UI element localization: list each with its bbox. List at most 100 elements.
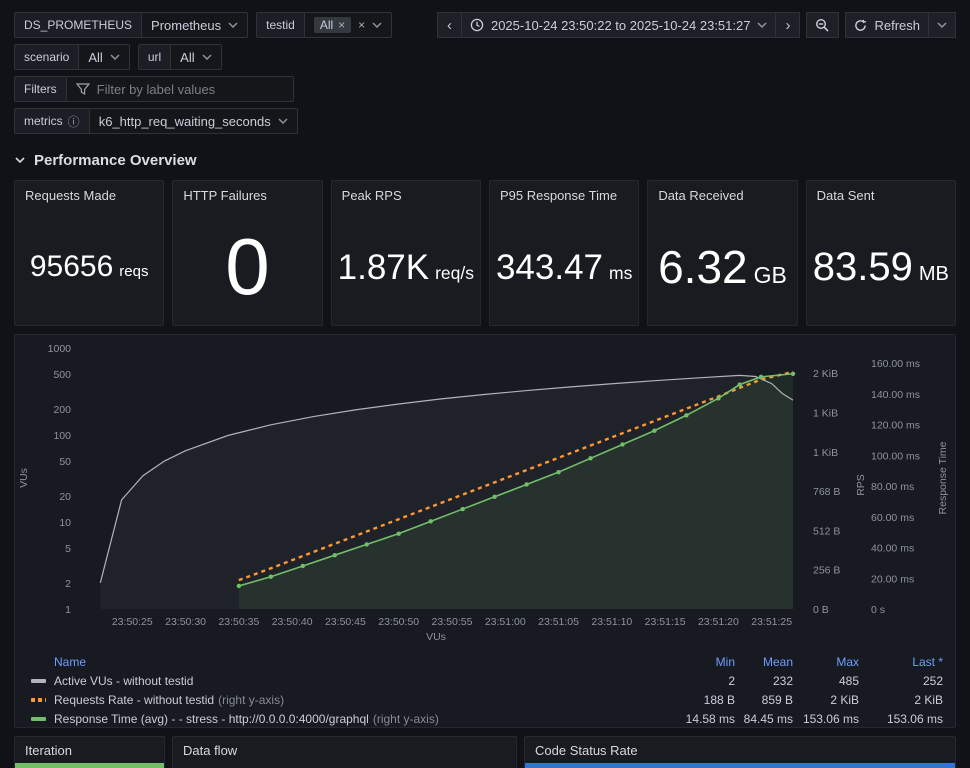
svg-text:100.00 ms: 100.00 ms bbox=[871, 450, 920, 462]
svg-text:VUs: VUs bbox=[18, 468, 30, 488]
stat-unit: reqs bbox=[119, 263, 149, 280]
svg-text:120.00 ms: 120.00 ms bbox=[871, 420, 920, 432]
svg-text:160.00 ms: 160.00 ms bbox=[871, 358, 920, 370]
svg-text:20.00 ms: 20.00 ms bbox=[871, 573, 914, 585]
svg-text:2: 2 bbox=[65, 578, 71, 590]
var-datasource-select[interactable]: Prometheus bbox=[141, 12, 249, 38]
var-metrics-select[interactable]: k6_http_req_waiting_seconds bbox=[88, 108, 298, 134]
svg-text:23:50:30: 23:50:30 bbox=[165, 616, 206, 628]
time-back-button[interactable]: ‹ bbox=[436, 12, 462, 38]
var-testid-select[interactable]: All × × bbox=[303, 12, 393, 38]
series-name[interactable]: Response Time (avg) - - stress - http://… bbox=[54, 712, 439, 726]
svg-text:23:50:40: 23:50:40 bbox=[272, 616, 313, 628]
time-forward-button[interactable]: › bbox=[776, 12, 801, 38]
svg-text:50: 50 bbox=[59, 456, 71, 468]
stat-data-received: Data Received 6.32 GB bbox=[647, 180, 798, 326]
series-name[interactable]: Active VUs - without testid bbox=[54, 674, 193, 688]
chevron-down-icon bbox=[757, 22, 767, 28]
svg-text:1: 1 bbox=[65, 604, 71, 616]
time-range-text: 2025-10-24 23:50:22 to 2025-10-24 23:51:… bbox=[490, 17, 751, 33]
info-icon[interactable]: ⓘ bbox=[68, 113, 80, 130]
testid-chip[interactable]: All × bbox=[313, 17, 352, 33]
var-url-select[interactable]: All bbox=[170, 44, 222, 70]
svg-text:5: 5 bbox=[65, 543, 71, 555]
zoom-out-button[interactable] bbox=[806, 12, 840, 38]
series-max: 2 KiB bbox=[830, 692, 859, 707]
panel-code-status-rate: Code Status Rate bbox=[524, 736, 956, 768]
legend-header-max[interactable]: Max bbox=[793, 655, 859, 669]
var-scenario-select[interactable]: All bbox=[78, 44, 130, 70]
section-performance-overview[interactable]: Performance Overview bbox=[14, 148, 956, 172]
svg-text:23:50:45: 23:50:45 bbox=[325, 616, 366, 628]
stat-requests-made: Requests Made 95656 reqs bbox=[14, 180, 165, 326]
stat-peak-rps: Peak RPS 1.87K req/s bbox=[330, 180, 481, 326]
bottom-panels-row: Iteration Data flow Code Status Rate bbox=[14, 736, 956, 768]
chevron-down-icon bbox=[15, 157, 25, 164]
filters-label: Filters bbox=[14, 76, 66, 102]
chevron-down-icon bbox=[278, 118, 288, 124]
panel-title: Requests Made bbox=[25, 187, 117, 203]
svg-text:23:50:25: 23:50:25 bbox=[112, 616, 153, 628]
var-datasource: DS_PROMETHEUS Prometheus bbox=[14, 12, 249, 38]
funnel-icon bbox=[75, 82, 90, 95]
clear-selection-icon[interactable]: × bbox=[358, 19, 365, 31]
clock-icon bbox=[470, 18, 484, 32]
stat-unit: MB bbox=[918, 263, 949, 285]
series-min: 188 B bbox=[703, 692, 735, 707]
series-last: 153.06 ms bbox=[886, 711, 943, 726]
stat-value: 95656 bbox=[29, 250, 114, 283]
stat-value-area: 343.47 ms bbox=[490, 209, 638, 325]
stat-value: 83.59 bbox=[812, 245, 913, 289]
refresh-group: Refresh bbox=[845, 12, 956, 38]
chevron-down-icon[interactable] bbox=[372, 22, 382, 28]
svg-text:500: 500 bbox=[53, 369, 71, 381]
timeseries-chart[interactable]: 1000 500 200 100 50 20 10 5 2 1 2 KiB 1 KiB 1 KiB 768… bbox=[15, 335, 955, 645]
svg-text:VUs: VUs bbox=[426, 631, 446, 643]
stat-p95-response-time: P95 Response Time 343.47 ms bbox=[488, 180, 640, 326]
legend-header-name[interactable]: Name bbox=[31, 655, 671, 669]
chevron-down-icon bbox=[110, 54, 120, 60]
var-url: url All bbox=[137, 44, 222, 70]
stat-value: 6.32 bbox=[658, 241, 748, 293]
stat-value-area: 83.59 MB bbox=[807, 209, 955, 325]
stat-panels-row: Requests Made 95656 reqs HTTP Failures 0 … bbox=[14, 180, 956, 326]
panel-data-flow: Data flow bbox=[172, 736, 517, 768]
var-url-label: url bbox=[137, 44, 171, 70]
svg-text:60.00 ms: 60.00 ms bbox=[871, 512, 914, 524]
refresh-interval-button[interactable] bbox=[929, 12, 956, 38]
toolbar-row-4: metrics ⓘ k6_http_req_waiting_seconds bbox=[14, 108, 956, 134]
refresh-button[interactable]: Refresh bbox=[845, 12, 929, 38]
chevron-down-icon bbox=[228, 22, 238, 28]
testid-chip-label: All bbox=[319, 18, 334, 32]
svg-text:10: 10 bbox=[59, 517, 71, 529]
series-max: 485 bbox=[838, 673, 859, 688]
series-mean: 232 bbox=[772, 673, 793, 688]
iteration-stat-area bbox=[15, 763, 164, 768]
stat-http-failures: HTTP Failures 0 bbox=[172, 180, 323, 326]
svg-text:768 B: 768 B bbox=[813, 486, 840, 498]
svg-text:0 B: 0 B bbox=[813, 604, 829, 616]
chip-remove-icon[interactable]: × bbox=[338, 19, 345, 31]
stat-value-area: 0 bbox=[173, 209, 321, 325]
series-name[interactable]: Requests Rate - without testid (right y-a… bbox=[54, 693, 284, 707]
refresh-icon bbox=[855, 19, 867, 31]
svg-text:1000: 1000 bbox=[48, 343, 72, 355]
legend-header-min[interactable]: Min bbox=[671, 655, 735, 669]
svg-text:1 KiB: 1 KiB bbox=[813, 408, 838, 420]
legend-header-last[interactable]: Last * bbox=[859, 655, 943, 669]
legend-header-mean[interactable]: Mean bbox=[735, 655, 793, 669]
svg-text:23:51:10: 23:51:10 bbox=[591, 616, 632, 628]
svg-text:1 KiB: 1 KiB bbox=[813, 447, 838, 459]
svg-text:23:51:00: 23:51:00 bbox=[485, 616, 526, 628]
filter-input[interactable] bbox=[96, 81, 284, 97]
var-metrics: metrics ⓘ k6_http_req_waiting_seconds bbox=[14, 108, 298, 134]
series-min: 14.58 ms bbox=[685, 711, 735, 726]
svg-text:23:51:05: 23:51:05 bbox=[538, 616, 579, 628]
refresh-label: Refresh bbox=[874, 17, 920, 33]
stat-value: 343.47 bbox=[495, 247, 604, 287]
filters-group: Filters bbox=[14, 76, 294, 102]
section-title: Performance Overview bbox=[34, 151, 197, 169]
panel-title: Code Status Rate bbox=[535, 742, 638, 758]
time-range-picker[interactable]: 2025-10-24 23:50:22 to 2025-10-24 23:51:… bbox=[461, 12, 777, 38]
panel-iteration: Iteration bbox=[14, 736, 165, 768]
